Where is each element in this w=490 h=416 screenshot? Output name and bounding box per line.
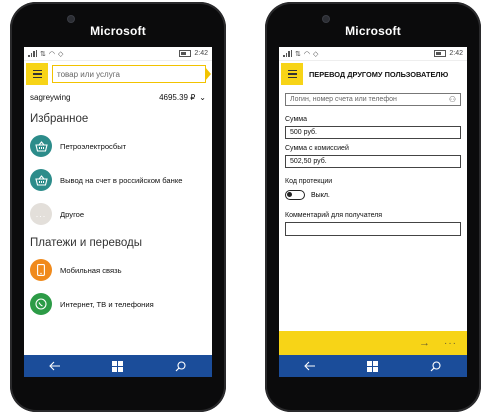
favorites-heading: Избранное <box>30 113 89 125</box>
contact-icon[interactable]: ⚇ <box>449 95 456 104</box>
favorite-item-withdraw[interactable]: Вывод на счет в российском банке <box>24 163 212 197</box>
status-bar: ⇅ ◠ ◇ 2:42 <box>24 47 212 61</box>
mobile-icon <box>30 259 52 281</box>
wifi-icon: ◠ <box>48 50 55 58</box>
page-title: ПЕРЕВОД ДРУГОМУ ПОЛЬЗОВАТЕЛЮ <box>309 69 449 79</box>
windows-icon[interactable] <box>361 356 385 376</box>
internet-icon <box>30 293 52 315</box>
protection-toggle-row: Выкл. <box>279 188 467 202</box>
account-balance: 4695.39 ₽ <box>159 92 196 102</box>
payments-heading: Платежи и переводы <box>30 237 142 249</box>
protection-state: Выкл. <box>311 191 330 199</box>
battery-icon <box>434 50 447 57</box>
recipient-placeholder: Логин, номер счета или телефон <box>290 96 397 103</box>
arrow-right-icon[interactable]: → <box>419 337 430 349</box>
network-icon: ◇ <box>57 50 64 58</box>
payment-item-internet[interactable]: Интернет, ТВ и телефония <box>24 287 212 321</box>
front-camera <box>323 16 329 22</box>
right-phone: Microsoft ⇅ ◠ ◇ 2:42 ПЕРЕВОД ДРУГОМУ ПОЛ… <box>265 2 481 412</box>
favorite-item-label: Петроэлектросбыт <box>60 141 127 151</box>
basket-icon <box>30 135 52 157</box>
account-row[interactable]: sagreywing 4695.39 ₽ ⌄ <box>24 87 212 107</box>
favorite-item-label: Вывод на счет в российском банке <box>60 175 183 185</box>
signal-icon <box>28 50 37 57</box>
windows-icon[interactable] <box>106 356 130 376</box>
back-icon[interactable] <box>298 356 322 376</box>
payment-item-label: Мобильная связь <box>60 265 122 275</box>
left-phone: Microsoft ⇅ ◠ ◇ 2:42 товар или услуга sa… <box>10 2 226 412</box>
more-icon: ... <box>30 203 52 225</box>
right-screen: ⇅ ◠ ◇ 2:42 ПЕРЕВОД ДРУГОМУ ПОЛЬЗОВАТЕЛЮ … <box>279 47 467 377</box>
status-time: 2:42 <box>194 50 208 57</box>
payment-item-label: Интернет, ТВ и телефония <box>60 299 154 309</box>
top-bar: товар или услуга <box>24 61 212 87</box>
basket-icon <box>30 169 52 191</box>
status-time: 2:42 <box>449 50 463 57</box>
amount-field[interactable]: 500 руб. <box>285 126 461 139</box>
amount-fee-label: Сумма с комиссией <box>285 145 349 152</box>
back-icon[interactable] <box>43 356 67 376</box>
signal-icon <box>283 50 292 57</box>
brand-logo: Microsoft <box>90 24 146 38</box>
menu-button[interactable] <box>26 63 48 85</box>
front-camera <box>68 16 74 22</box>
protection-toggle[interactable] <box>285 190 305 200</box>
chevron-down-icon: ⌄ <box>199 92 206 102</box>
favorite-item-other[interactable]: ... Другое <box>24 197 212 231</box>
account-username: sagreywing <box>30 92 71 102</box>
system-navbar <box>279 355 467 377</box>
protection-label: Код протекции <box>285 178 333 185</box>
data-icon: ⇅ <box>40 50 46 58</box>
search-placeholder: товар или услуга <box>57 69 120 79</box>
amount-label: Сумма <box>285 116 307 123</box>
app-bar: → ··· <box>279 331 467 355</box>
payment-item-mobile[interactable]: Мобильная связь <box>24 253 212 287</box>
search-icon[interactable] <box>424 356 448 376</box>
favorite-item-label: Другое <box>60 209 85 219</box>
amount-fee-field[interactable]: 502,50 руб. <box>285 155 461 168</box>
left-screen: ⇅ ◠ ◇ 2:42 товар или услуга sagreywing 4… <box>24 47 212 377</box>
recipient-input[interactable]: Логин, номер счета или телефон ⚇ <box>285 93 461 106</box>
battery-icon <box>179 50 192 57</box>
more-icon[interactable]: ··· <box>444 338 457 349</box>
favorite-item-petroelektrosbyt[interactable]: Петроэлектросбыт <box>24 129 212 163</box>
search-input[interactable]: товар или услуга <box>52 65 211 83</box>
search-icon[interactable] <box>169 356 193 376</box>
system-navbar <box>24 355 212 377</box>
menu-button[interactable] <box>281 63 303 85</box>
comment-label: Комментарий для получателя <box>285 212 383 219</box>
title-bar: ПЕРЕВОД ДРУГОМУ ПОЛЬЗОВАТЕЛЮ <box>279 61 467 87</box>
brand-logo: Microsoft <box>345 24 401 38</box>
comment-field[interactable] <box>285 222 461 236</box>
status-bar: ⇅ ◠ ◇ 2:42 <box>279 47 467 61</box>
wifi-icon: ◠ <box>303 50 310 58</box>
network-icon: ◇ <box>312 50 319 58</box>
data-icon: ⇅ <box>295 50 301 58</box>
